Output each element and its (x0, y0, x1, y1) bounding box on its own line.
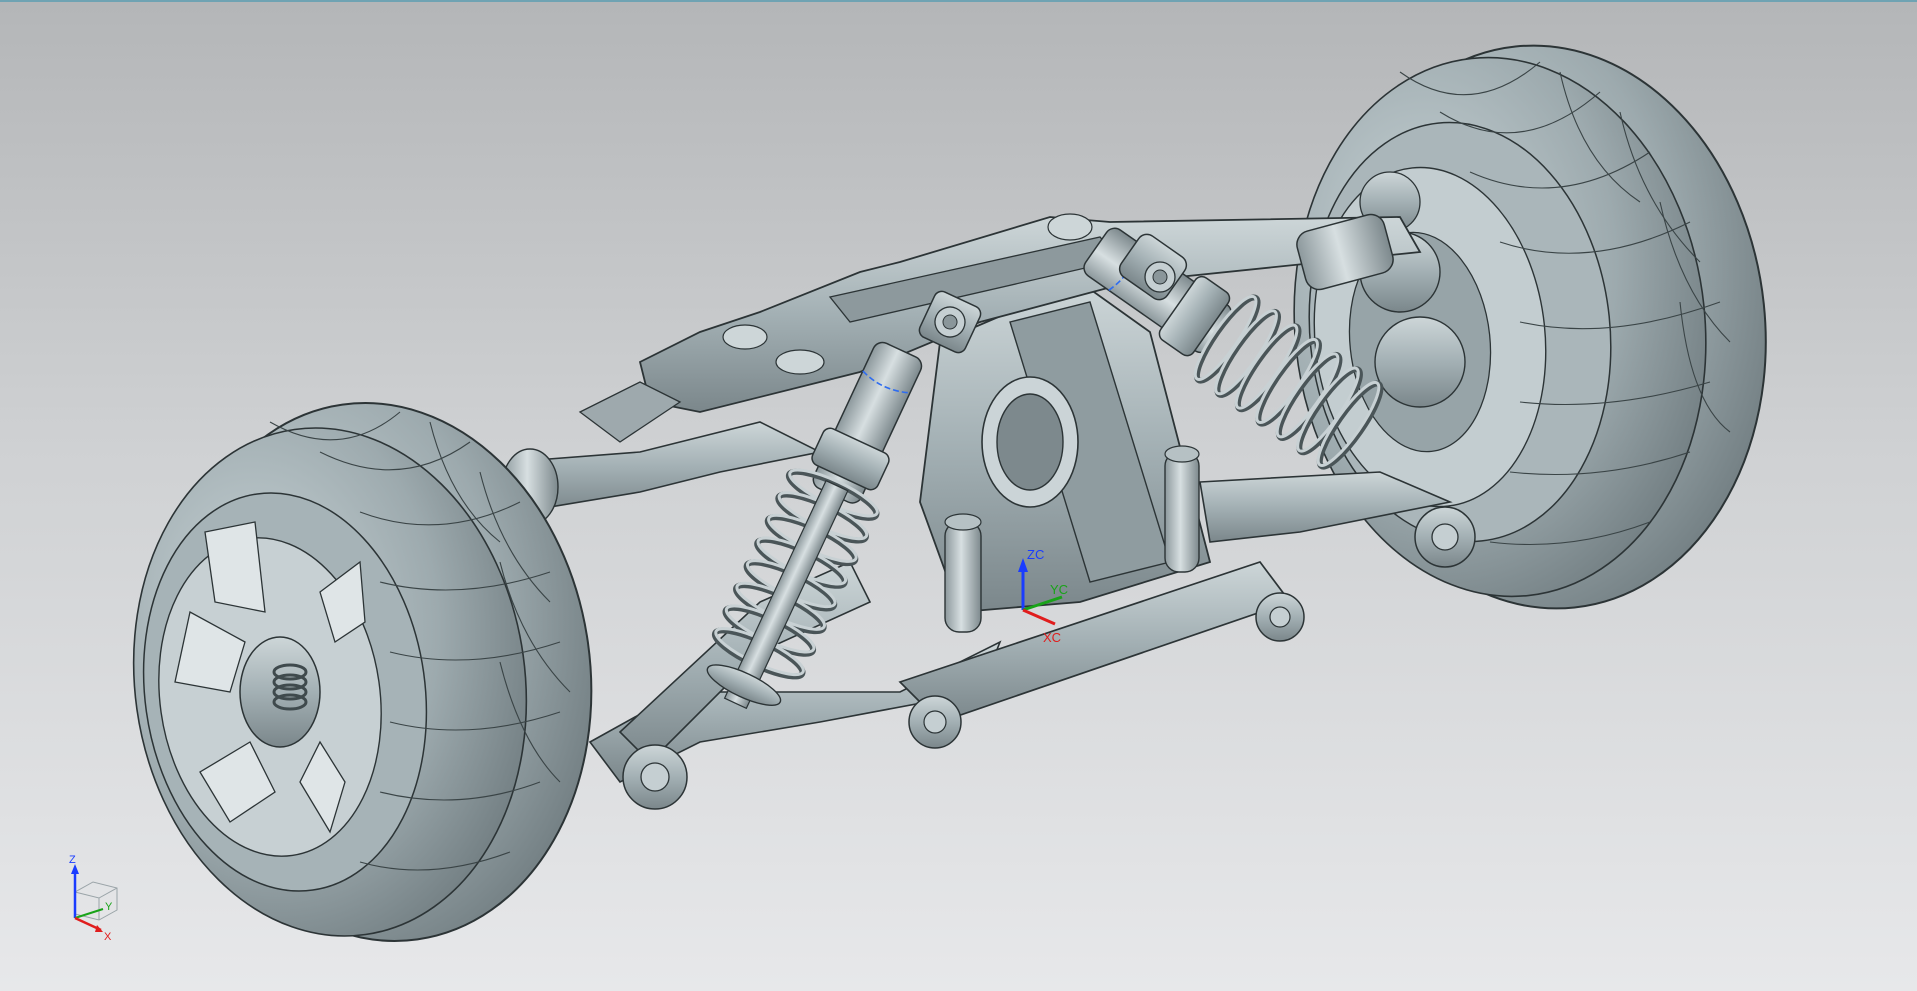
wcs-y-label: YC (1050, 582, 1068, 597)
upper-control-arm-left[interactable] (501, 381, 823, 526)
suspension-assembly-model[interactable]: ZC YC XC (0, 2, 1917, 991)
wcs-z-label: ZC (1027, 547, 1044, 562)
right-wheel[interactable] (1268, 24, 1793, 631)
wcs-x-label: XC (1043, 630, 1061, 645)
triad-z-label: Z (69, 854, 76, 866)
view-orientation-triad[interactable]: Z Y X (55, 852, 135, 947)
triad-y-label: Y (105, 901, 113, 913)
triad-x-label: X (104, 931, 112, 943)
graphics-viewport[interactable]: ZC YC XC Z Y X (0, 0, 1917, 991)
